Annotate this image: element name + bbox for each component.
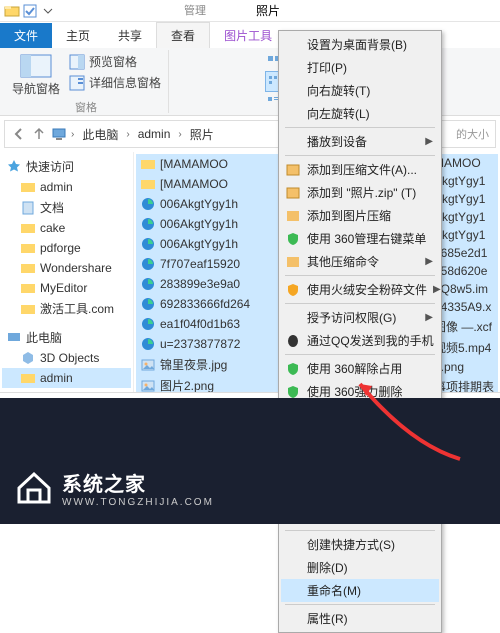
sidebar-item[interactable]: 文档 (2, 197, 131, 218)
edge-icon (140, 216, 156, 232)
menu-delete[interactable]: 删除(D) (281, 556, 439, 579)
menu-add-zip[interactable]: 添加到压缩文件(A)... (281, 158, 439, 181)
menu-360-unlock[interactable]: 使用 360解除占用 (281, 357, 439, 380)
nav-pane-icon (20, 54, 52, 78)
menu-other-zip[interactable]: 其他压缩命令▶ (281, 250, 439, 273)
chevron-right-icon: ▶ (425, 256, 433, 267)
menu-rename[interactable]: 重命名(M) (281, 579, 439, 602)
folder-icon (20, 280, 36, 296)
shield-icon (285, 282, 301, 298)
crumb-user[interactable]: admin (134, 125, 175, 143)
tab-home[interactable]: 主页 (52, 23, 104, 48)
menu-access[interactable]: 授予访问权限(G)▶ (281, 306, 439, 329)
folder-icon (140, 176, 156, 192)
edge-icon (140, 196, 156, 212)
menu-shortcut[interactable]: 创建快捷方式(S) (281, 533, 439, 556)
tab-file[interactable]: 文件 (0, 23, 52, 48)
context-menu: 设置为桌面背景(B) 打印(P) 向右旋转(T) 向左旋转(L) 播放到设备▶ … (278, 30, 442, 633)
menu-cast[interactable]: 播放到设备▶ (281, 130, 439, 153)
edge-icon (140, 296, 156, 312)
window-title: 照片 (256, 2, 280, 19)
archive-icon (285, 185, 301, 201)
image-icon (140, 357, 156, 373)
star-icon (6, 159, 22, 175)
edge-icon (140, 336, 156, 352)
sidebar-item[interactable]: pdforge (2, 238, 131, 258)
pc-icon (51, 126, 67, 142)
titlebar: 照片 (0, 0, 500, 22)
shield-icon (285, 361, 301, 377)
quick-access[interactable]: 快速访问 (2, 156, 131, 177)
menu-360-manage[interactable]: 使用 360管理右键菜单 (281, 227, 439, 250)
edge-icon (140, 256, 156, 272)
menu-rotate-left[interactable]: 向左旋转(L) (281, 102, 439, 125)
sidebar-item[interactable]: 激活工具.com (2, 298, 131, 319)
preview-pane-icon (69, 54, 85, 70)
edge-icon (140, 236, 156, 252)
sidebar-item[interactable]: admin (2, 177, 131, 197)
chevron-right-icon: ▶ (425, 136, 433, 147)
menu-add-img-zip[interactable]: 添加到图片压缩 (281, 204, 439, 227)
menu-huorong[interactable]: 使用火绒安全粉碎文件▶ (281, 278, 439, 301)
menu-rotate-right[interactable]: 向右旋转(T) (281, 79, 439, 102)
group-panes-label: 窗格 (75, 99, 97, 115)
folder-icon (20, 370, 36, 386)
details-pane-icon (69, 75, 85, 91)
edge-icon (140, 276, 156, 292)
check-icon[interactable] (22, 3, 38, 19)
details-pane-button[interactable]: 详细信息窗格 (68, 73, 162, 92)
shield-icon (285, 231, 301, 247)
house-icon (14, 468, 54, 508)
back-icon[interactable] (11, 126, 27, 142)
qq-icon (285, 333, 301, 349)
pc-icon (6, 330, 22, 346)
sidebar-item[interactable]: Wondershare (2, 258, 131, 278)
menu-add-zip-t[interactable]: 添加到 "照片.zip" (T) (281, 181, 439, 204)
edge-icon (140, 316, 156, 332)
crumb-folder[interactable]: 照片 (186, 124, 218, 145)
image-icon (140, 378, 156, 393)
tab-view[interactable]: 查看 (156, 22, 210, 48)
archive-icon (285, 208, 301, 224)
folder-icon (4, 3, 20, 19)
tab-share[interactable]: 共享 (104, 23, 156, 48)
truncated-label: 的大小 (456, 126, 489, 142)
menu-qq-send[interactable]: 通过QQ发送到我的手机 (281, 329, 439, 352)
archive-icon (285, 254, 301, 270)
nav-sidebar: 快速访问 admin 文档 cake pdforge Wondershare M… (0, 152, 134, 392)
menu-print[interactable]: 打印(P) (281, 56, 439, 79)
preview-pane-button[interactable]: 预览窗格 (68, 52, 162, 71)
contextual-tab-label: 管理 (178, 0, 212, 20)
up-icon[interactable] (31, 126, 47, 142)
folder-icon (20, 260, 36, 276)
sidebar-item[interactable]: 3D Objects (2, 348, 131, 368)
this-pc[interactable]: 此电脑 (2, 327, 131, 348)
crumb-thispc[interactable]: 此电脑 (78, 124, 122, 145)
folder-icon (20, 220, 36, 236)
dropdown-icon[interactable] (40, 3, 56, 19)
doc-icon (20, 200, 36, 216)
menu-properties[interactable]: 属性(R) (281, 607, 439, 630)
folder-icon (20, 240, 36, 256)
folder-icon (20, 301, 36, 317)
cube-icon (20, 350, 36, 366)
archive-icon (285, 162, 301, 178)
watermark-logo: 系统之家 WWW.TONGZHIJIA.COM (14, 468, 214, 508)
nav-pane-button[interactable]: 导航窗格 (10, 52, 62, 99)
tab-picture-tools[interactable]: 图片工具 (210, 23, 286, 48)
folder-icon (140, 156, 156, 172)
sidebar-item[interactable]: MyEditor (2, 278, 131, 298)
sidebar-item-selected[interactable]: admin (2, 368, 131, 388)
sidebar-item[interactable]: cake (2, 218, 131, 238)
folder-icon (20, 179, 36, 195)
menu-set-background[interactable]: 设置为桌面背景(B) (281, 33, 439, 56)
